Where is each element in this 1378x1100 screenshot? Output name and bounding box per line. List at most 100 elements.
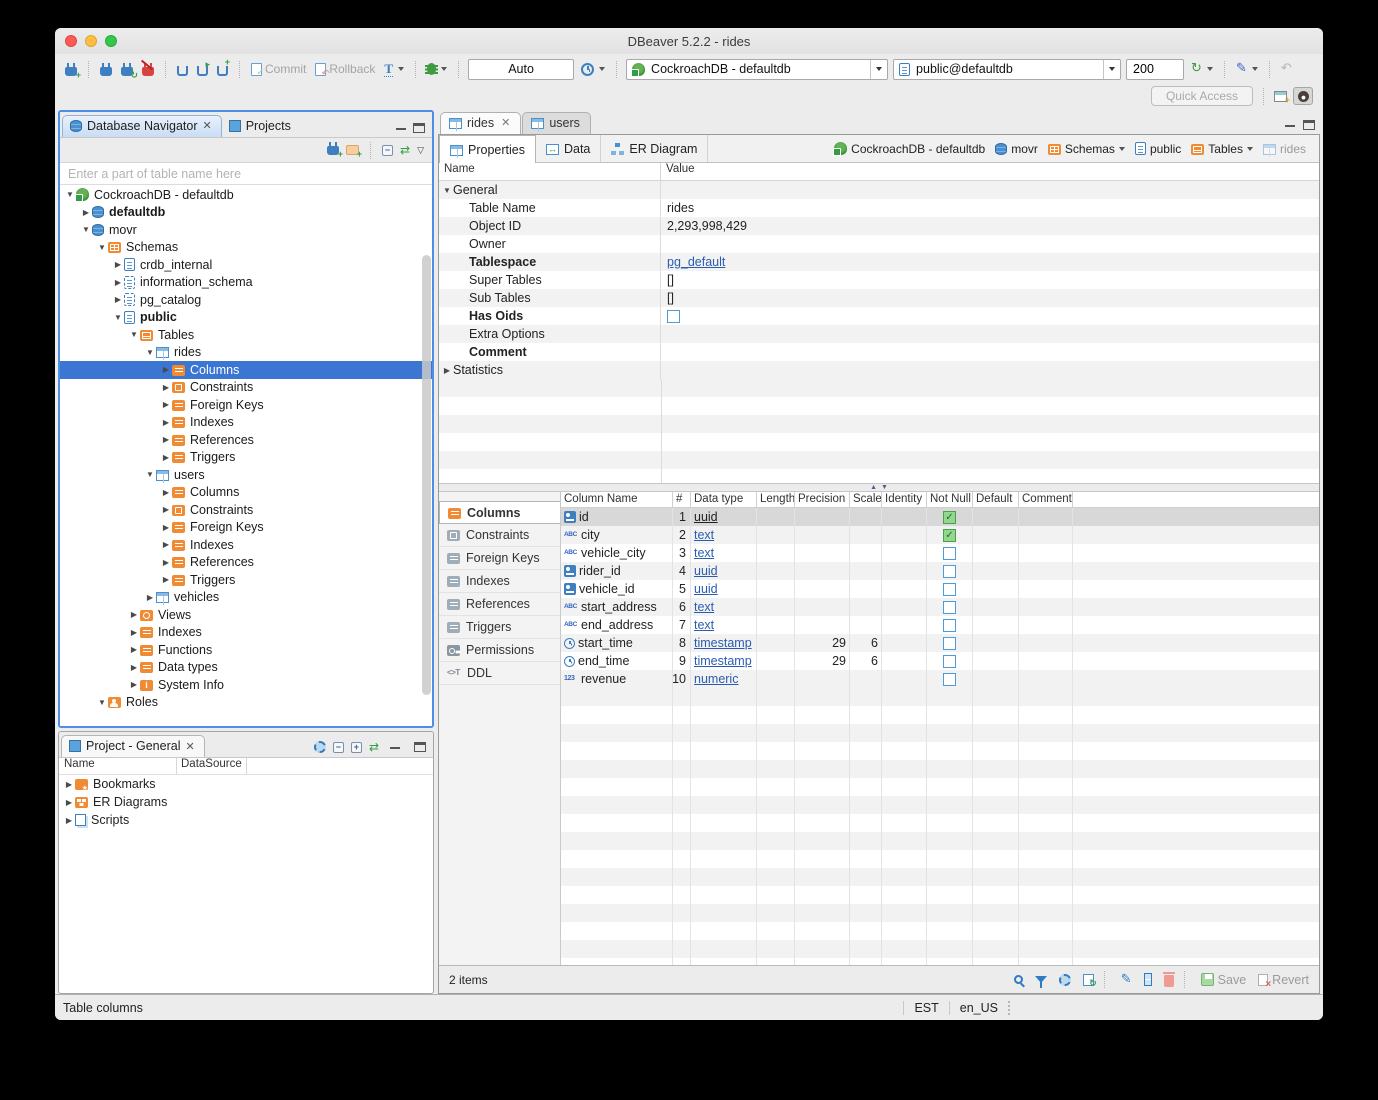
tab-project-general[interactable]: Project - General ✕ (61, 735, 205, 757)
schema-dropdown[interactable] (1103, 60, 1120, 79)
minimize-editor-button[interactable] (1284, 120, 1296, 130)
editor-subtab[interactable]: ER Diagram (601, 135, 708, 162)
property-row[interactable]: Table Name rides (439, 199, 1319, 217)
disclosure-triangle-icon[interactable]: ▶ (128, 680, 140, 689)
sash-down-icon[interactable]: ▼ (881, 484, 888, 491)
tree-item[interactable]: ▶ Views (60, 606, 432, 624)
tab-database-navigator[interactable]: Database Navigator ✕ (62, 115, 222, 137)
tree-item[interactable]: ▶ System Info (60, 676, 432, 694)
breadcrumb-item[interactable]: movr (992, 140, 1041, 158)
reconnect-button[interactable] (119, 62, 135, 77)
tree-item[interactable]: ▶ Foreign Keys (60, 519, 432, 537)
disclosure-triangle-icon[interactable]: ▶ (160, 540, 172, 549)
minimize-view-button[interactable] (389, 742, 401, 752)
property-value[interactable]: rides (667, 201, 694, 215)
property-row[interactable]: Has Oids (439, 307, 1319, 325)
disclosure-triangle-icon[interactable]: ▶ (160, 523, 172, 532)
tree-item[interactable]: ▼ Roles (60, 694, 432, 712)
tree-item[interactable]: ▶ pg_catalog (60, 291, 432, 309)
table-row[interactable]: vehicle_city 3 text (561, 544, 1319, 562)
save-button[interactable]: Save (1201, 973, 1247, 987)
disclosure-triangle-icon[interactable]: ▶ (160, 418, 172, 427)
refresh-list-button[interactable] (1083, 974, 1094, 986)
splitter-sash[interactable]: ▲▼ (439, 483, 1319, 492)
project-item[interactable]: ▶ Bookmarks (59, 775, 433, 793)
tree-item[interactable]: ▶ Triggers (60, 571, 432, 589)
connection-selector[interactable]: CockroachDB - defaultdb (626, 59, 888, 80)
tree-item[interactable]: ▼ Tables (60, 326, 432, 344)
datatype-link[interactable]: uuid (694, 564, 718, 578)
disclosure-triangle-icon[interactable]: ▼ (144, 470, 156, 479)
tree-item[interactable]: ▼ Schemas (60, 239, 432, 257)
commit-button[interactable]: Commit (249, 61, 308, 77)
table-row[interactable]: revenue 10 numeric (561, 670, 1319, 688)
debug-button[interactable] (425, 62, 449, 76)
breadcrumb-item[interactable]: Tables (1188, 140, 1256, 158)
disclosure-triangle-icon[interactable]: ▶ (63, 816, 75, 825)
scrollbar-thumb[interactable] (422, 255, 431, 695)
disclosure-triangle-icon[interactable]: ▶ (160, 558, 172, 567)
tree-item[interactable]: ▶ Indexes (60, 624, 432, 642)
new-connection-icon[interactable] (327, 146, 339, 155)
revert-button[interactable]: Revert (1258, 973, 1309, 987)
disclosure-triangle-icon[interactable]: ▶ (160, 488, 172, 497)
disclosure-triangle-icon[interactable]: ▶ (441, 366, 453, 375)
tree-item[interactable]: ▼ public (60, 309, 432, 327)
tree-item[interactable]: ▶ Functions (60, 641, 432, 659)
notnull-checkbox[interactable] (943, 601, 956, 614)
tree-item[interactable]: ▶ Columns (60, 361, 432, 379)
datatype-link[interactable]: text (694, 600, 714, 614)
disclosure-triangle-icon[interactable]: ▼ (128, 330, 140, 339)
tree-item[interactable]: ▶ vehicles (60, 589, 432, 607)
property-row[interactable]: ▶ Statistics (439, 361, 1319, 379)
disclosure-triangle-icon[interactable]: ▶ (112, 278, 124, 287)
notnull-checkbox[interactable] (943, 655, 956, 668)
edit-object-button[interactable]: ✎ (1121, 973, 1132, 986)
datatype-link[interactable]: uuid (694, 582, 718, 596)
table-row[interactable]: start_address 6 text (561, 598, 1319, 616)
new-connection-button[interactable] (63, 62, 79, 77)
transaction-log-button[interactable] (579, 62, 607, 77)
datatype-link[interactable]: uuid (694, 510, 718, 524)
disclosure-triangle-icon[interactable]: ▶ (160, 505, 172, 514)
close-icon[interactable]: ✕ (501, 119, 510, 128)
project-item[interactable]: ▶ Scripts (59, 811, 433, 829)
property-row[interactable]: Object ID 2,293,998,429 (439, 217, 1319, 235)
close-icon[interactable]: ✕ (185, 740, 194, 753)
maximize-editor-button[interactable] (1303, 120, 1315, 130)
breadcrumb-item[interactable]: public (1132, 140, 1184, 158)
tree-item[interactable]: ▶ Indexes (60, 536, 432, 554)
tree-item[interactable]: ▶ Constraints (60, 379, 432, 397)
commit-mode-combo[interactable]: Auto (468, 59, 574, 80)
collapse-all-icon[interactable]: − (333, 742, 344, 753)
tree-item[interactable]: ▶ Foreign Keys (60, 396, 432, 414)
delete-column-button[interactable] (1164, 973, 1174, 987)
col-header[interactable]: Comment (1019, 492, 1073, 507)
disclosure-triangle-icon[interactable]: ▶ (112, 260, 124, 269)
column-header-name[interactable]: Name (59, 758, 177, 774)
transaction-mode-button[interactable]: T (382, 61, 406, 78)
search-button[interactable] (1014, 975, 1023, 984)
connect-button[interactable] (98, 62, 114, 77)
col-header[interactable]: Identity (882, 492, 927, 507)
col-header[interactable]: Default (973, 492, 1019, 507)
col-header[interactable]: # (673, 492, 691, 507)
property-value[interactable]: [] (667, 273, 674, 287)
table-row[interactable]: start_time 8 timestamp 29 6 (561, 634, 1319, 652)
notnull-checkbox[interactable] (943, 637, 956, 650)
disclosure-triangle-icon[interactable]: ▶ (160, 435, 172, 444)
quick-access-button[interactable]: Quick Access (1151, 86, 1253, 106)
new-folder-icon[interactable] (346, 145, 359, 155)
tree-item[interactable]: ▶ Indexes (60, 414, 432, 432)
new-sql-editor-button[interactable] (215, 62, 230, 77)
configure-button[interactable] (1059, 974, 1071, 986)
property-value[interactable]: pg_default (667, 255, 725, 269)
editor-tab-rides[interactable]: rides ✕ (440, 112, 521, 134)
filter-button[interactable] (1035, 976, 1047, 983)
detail-tab[interactable]: Indexes (439, 570, 560, 593)
notnull-checkbox[interactable] (943, 565, 956, 578)
tree-item[interactable]: ▶ Columns (60, 484, 432, 502)
editor-tab-users[interactable]: users (522, 112, 591, 134)
column-header-datasource[interactable]: DataSource (177, 758, 247, 774)
tab-projects[interactable]: Projects (222, 116, 300, 137)
